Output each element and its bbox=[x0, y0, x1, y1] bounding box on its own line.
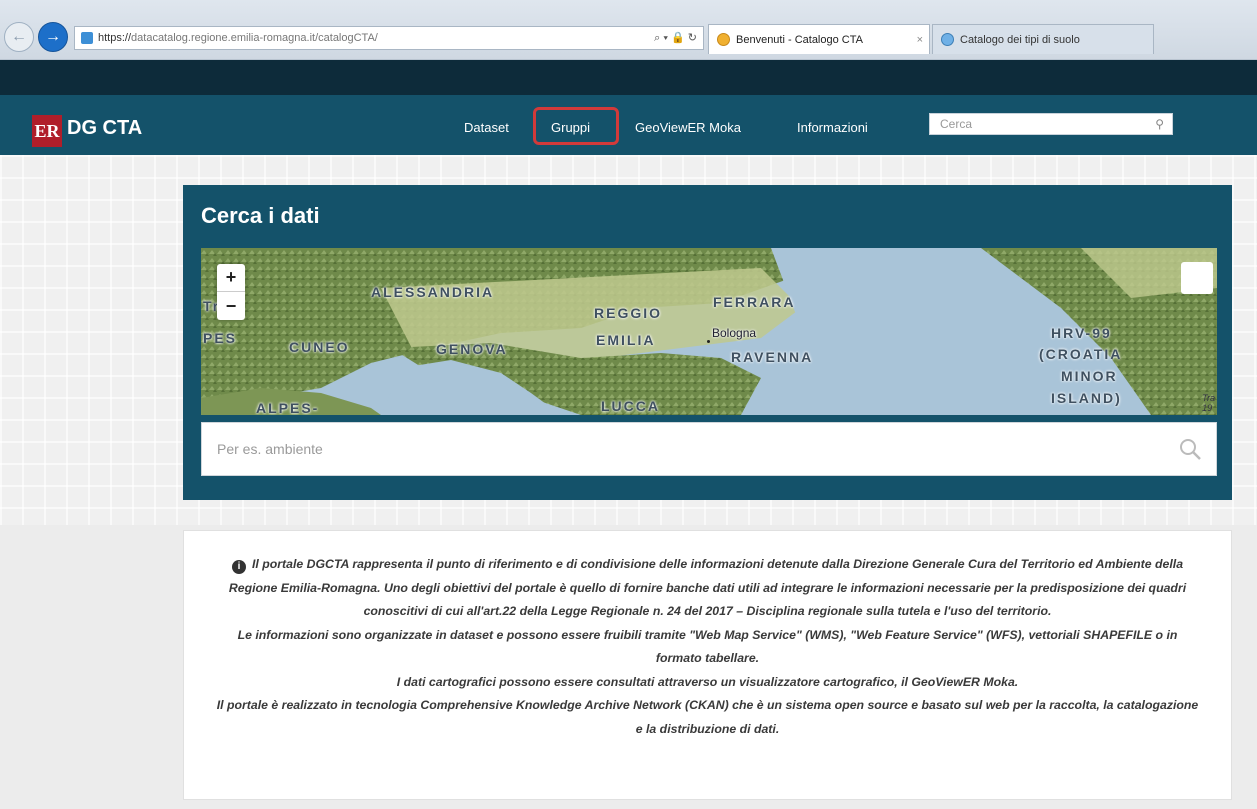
map-label-ferrara: FERRARA bbox=[713, 294, 796, 310]
map-attribution: Tra 19 bbox=[1202, 393, 1215, 413]
info-text: i Il portale DGCTA rappresenta il punto d… bbox=[214, 553, 1201, 741]
ie-favicon-icon bbox=[717, 33, 730, 46]
info-paragraph-3: I dati cartografici possono essere consu… bbox=[396, 674, 1019, 689]
info-paragraph-1: i Il portale DGCTA rappresenta il punto d… bbox=[214, 553, 1201, 624]
tab-title: Benvenuti - Catalogo CTA bbox=[736, 33, 863, 46]
map-label-alpes: ALPES- bbox=[256, 400, 320, 415]
forward-arrow-icon[interactable]: → bbox=[38, 22, 68, 52]
back-arrow-icon[interactable]: ← bbox=[4, 22, 34, 52]
map-corner-button[interactable] bbox=[1181, 262, 1213, 294]
map-label-bologna: Bologna bbox=[712, 326, 757, 340]
search-icon[interactable] bbox=[1178, 437, 1202, 461]
info-box: i Il portale DGCTA rappresenta il punto d… bbox=[183, 530, 1232, 800]
site-title[interactable]: DG CTA bbox=[67, 117, 142, 140]
data-search-box bbox=[201, 422, 1217, 476]
map-label-reggio: REGGIO bbox=[594, 305, 663, 321]
tab-title: Catalogo dei tipi di suolo bbox=[960, 33, 1080, 46]
zoom-control: + − bbox=[217, 264, 245, 320]
zoom-in-button[interactable]: + bbox=[217, 264, 245, 292]
browser-toolbar: ← → https:// datacatalog.regione.emilia-… bbox=[0, 0, 1257, 60]
info-paragraph-2: Le informazioni sono organizzate in data… bbox=[237, 627, 1178, 666]
info-paragraph-1-text: Il portale DGCTA rappresenta il punto di… bbox=[228, 557, 1187, 618]
map-label-hrv: HRV-99 bbox=[1051, 325, 1112, 341]
nav-geoviewer-moka[interactable]: GeoViewER Moka bbox=[635, 120, 741, 135]
map-label-croatia: (CROATIA bbox=[1039, 346, 1123, 362]
address-bar[interactable]: https:// datacatalog.regione.emilia-roma… bbox=[74, 26, 704, 50]
header-search-input[interactable]: Cerca ⚲ bbox=[929, 113, 1173, 135]
top-strip bbox=[0, 60, 1257, 95]
zoom-out-button[interactable]: − bbox=[217, 292, 245, 320]
bologna-dot bbox=[707, 340, 710, 343]
nav-dataset[interactable]: Dataset bbox=[464, 120, 509, 135]
info-icon: i bbox=[231, 560, 246, 574]
nav-informazioni[interactable]: Informazioni bbox=[797, 120, 868, 135]
tab-benvenuti[interactable]: Benvenuti - Catalogo CTA × bbox=[708, 24, 930, 54]
er-logo[interactable]: ER bbox=[32, 115, 62, 147]
info-paragraph-4: Il portale è realizzato in tecnologia Co… bbox=[216, 698, 1199, 736]
map-label-emilia: EMILIA bbox=[596, 332, 656, 348]
map-label-island: ISLAND) bbox=[1051, 390, 1122, 406]
site-header: ER DG CTA Dataset Gruppi GeoViewER Moka … bbox=[0, 95, 1257, 155]
url-text: datacatalog.regione.emilia-romagna.it/ca… bbox=[131, 32, 378, 44]
map-label-ravenna: RAVENNA bbox=[731, 349, 814, 365]
url-prefix: https:// bbox=[98, 32, 132, 44]
page-favicon-icon bbox=[81, 32, 93, 44]
ie-favicon-icon bbox=[941, 33, 954, 46]
map-view[interactable]: ALESSANDRIA REGGIO EMILIA FERRARA Bologn… bbox=[201, 248, 1217, 415]
header-search-placeholder: Cerca bbox=[940, 117, 973, 131]
tab-catalogo-suolo[interactable]: Catalogo dei tipi di suolo bbox=[932, 24, 1154, 54]
map-label-alessandria: ALESSANDRIA bbox=[371, 284, 495, 300]
map-label-genova: GENOVA bbox=[436, 341, 508, 357]
map-label-cuneo: CUNEO bbox=[289, 339, 350, 355]
map-label-minor: MINOR bbox=[1061, 368, 1118, 384]
search-panel: Cerca i dati ALESSANDRIA REGGIO EMILIA F… bbox=[183, 185, 1232, 500]
data-search-input[interactable] bbox=[202, 423, 1216, 475]
search-icon[interactable]: ⚲ bbox=[1155, 117, 1164, 131]
close-tab-icon[interactable]: × bbox=[917, 34, 923, 46]
map-label-lucca: LUCCA bbox=[601, 398, 660, 414]
address-tools-icons[interactable]: ⌕ ▾ 🔒 ↻ bbox=[654, 31, 697, 45]
panel-title: Cerca i dati bbox=[201, 203, 320, 228]
map-label-pes: PES bbox=[203, 330, 238, 346]
gruppi-highlight-box bbox=[533, 107, 619, 145]
